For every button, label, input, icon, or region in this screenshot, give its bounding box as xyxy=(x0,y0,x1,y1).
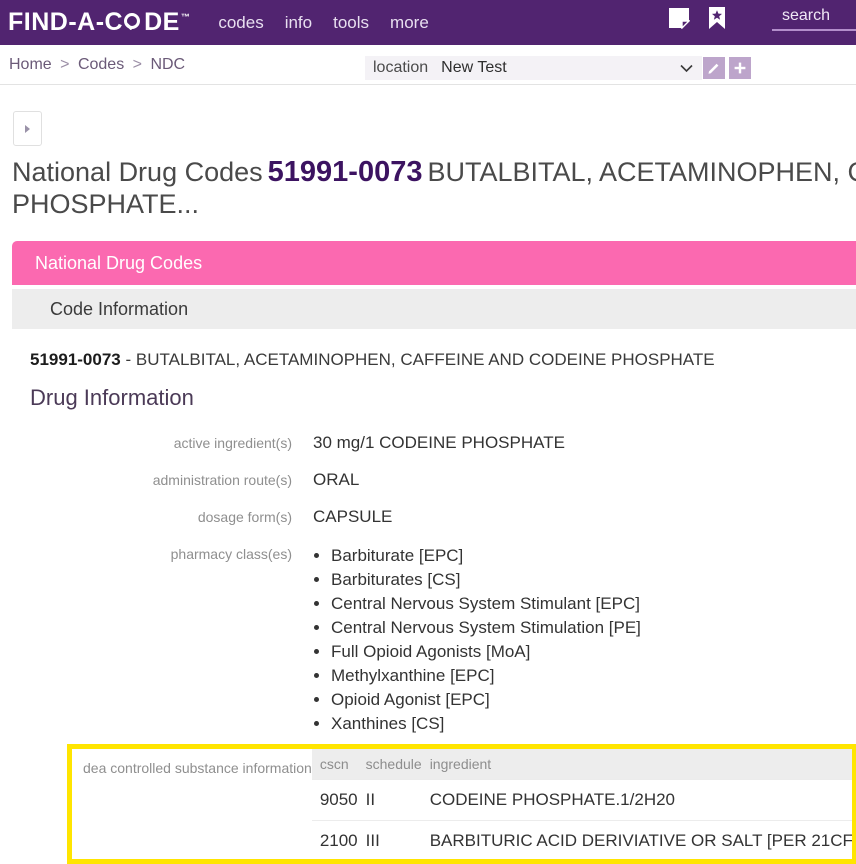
logo-text-left: FIND-A-C xyxy=(8,8,124,36)
field-label: administration route(s) xyxy=(152,472,292,488)
chevron-right-icon xyxy=(25,124,30,133)
page-title: National Drug Codes 51991-0073 BUTALBITAL,… xyxy=(12,157,856,220)
field-row-pharmacy-classes: pharmacy class(es) Barbiturate [EPC] Bar… xyxy=(0,544,856,736)
nav-item-info[interactable]: info xyxy=(285,13,312,33)
top-navigation-bar: FIND-A-C DE ™ codes info tools more xyxy=(0,0,856,45)
note-icon[interactable] xyxy=(668,7,691,34)
chevron-down-icon[interactable] xyxy=(680,61,693,76)
nav-item-tools[interactable]: tools xyxy=(333,13,369,33)
list-item: Methylxanthine [EPC] xyxy=(331,664,641,688)
panel-header-label: National Drug Codes xyxy=(35,252,203,273)
pharmacy-class-list: Barbiturate [EPC] Barbiturates [CS] Cent… xyxy=(292,544,641,736)
search-underline xyxy=(772,29,856,31)
cell-ingredient: BARBITURIC ACID DERIVIATIVE OR SALT [PER… xyxy=(421,820,852,859)
tab-code-information-label: Code Information xyxy=(50,298,189,319)
list-item: Full Opioid Agonists [MoA] xyxy=(331,640,641,664)
trademark-symbol: ™ xyxy=(180,12,191,22)
field-row-administration-routes: administration route(s) ORAL xyxy=(0,470,856,490)
panel-header-national-drug-codes: National Drug Codes xyxy=(12,241,856,285)
cell-cscn: 9050 xyxy=(311,779,358,821)
field-value: ORAL xyxy=(313,470,360,489)
edit-location-button[interactable] xyxy=(703,57,725,79)
list-item: Barbiturate [EPC] xyxy=(331,544,641,568)
code-heading-code: 51991-0073 xyxy=(30,350,121,369)
field-row-dosage-forms: dosage form(s) CAPSULE xyxy=(0,507,856,527)
field-value: 30 mg/1 CODEINE PHOSPHATE xyxy=(313,433,565,452)
bookmark-star-icon[interactable] xyxy=(708,6,726,35)
location-selector[interactable]: location New Test xyxy=(365,56,702,80)
breadcrumb-separator: > xyxy=(60,55,70,73)
page-title-description-line2: PHOSPHATE... xyxy=(12,189,200,219)
field-label: dosage form(s) xyxy=(197,509,292,525)
field-value: CAPSULE xyxy=(313,507,393,526)
nav-item-codes[interactable]: codes xyxy=(218,13,263,33)
tab-code-information[interactable]: Code Information xyxy=(12,289,856,329)
dea-section-label: dea controlled substance information xyxy=(83,760,312,776)
primary-nav-links: codes info tools more xyxy=(218,13,428,33)
page-title-prefix: National Drug Codes xyxy=(12,157,263,187)
list-item: Central Nervous System Stimulation [PE] xyxy=(331,616,641,640)
code-heading-dash: - xyxy=(120,350,136,369)
list-item: Barbiturates [CS] xyxy=(331,568,641,592)
list-item: Xanthines [CS] xyxy=(331,712,641,736)
page-title-description: BUTALBITAL, ACETAMINOPHEN, CAFFEINE AN xyxy=(427,157,856,187)
sidebar-expand-button[interactable] xyxy=(13,111,42,146)
breadcrumb-separator: > xyxy=(132,55,142,73)
code-heading: 51991-0073 - BUTALBITAL, ACETAMINOPHEN, … xyxy=(30,350,715,370)
logo-text-right: DE xyxy=(144,8,180,36)
breadcrumb: Home > Codes > NDC xyxy=(9,56,185,74)
table-header-row: cscn schedule ingredient xyxy=(311,749,852,780)
dea-controlled-substance-table: cscn schedule ingredient 9050 II CODEINE… xyxy=(311,749,852,859)
drug-information-heading: Drug Information xyxy=(30,385,194,410)
table-row: 9050 II CODEINE PHOSPHATE.1/2H20 xyxy=(311,779,852,821)
breadcrumb-item-codes[interactable]: Codes xyxy=(78,56,124,73)
breadcrumb-item-home[interactable]: Home xyxy=(9,56,52,73)
location-action-buttons xyxy=(703,57,751,79)
breadcrumb-item-ndc[interactable]: NDC xyxy=(150,56,185,73)
add-location-button[interactable] xyxy=(729,57,751,79)
header-search[interactable] xyxy=(768,5,856,31)
cell-ingredient: CODEINE PHOSPHATE.1/2H20 xyxy=(421,779,852,821)
header-icon-group xyxy=(668,6,726,35)
field-label: active ingredient(s) xyxy=(173,435,292,451)
cell-cscn: 2100 xyxy=(311,820,358,859)
location-label: location xyxy=(373,59,429,76)
site-logo[interactable]: FIND-A-C DE ™ xyxy=(8,10,190,35)
dea-controlled-substance-section: dea controlled substance information csc… xyxy=(67,744,856,864)
location-value: New Test xyxy=(441,59,507,76)
column-header-cscn: cscn xyxy=(311,749,358,780)
list-item: Opioid Agonist [EPC] xyxy=(331,688,641,712)
search-input[interactable] xyxy=(768,5,856,29)
code-heading-name: BUTALBITAL, ACETAMINOPHEN, CAFFEINE AND … xyxy=(135,350,715,369)
field-label: pharmacy class(es) xyxy=(170,546,292,562)
cell-schedule: II xyxy=(357,779,422,821)
column-header-ingredient: ingredient xyxy=(421,749,852,780)
nav-item-more[interactable]: more xyxy=(390,13,429,33)
list-item: Central Nervous System Stimulant [EPC] xyxy=(331,592,641,616)
cell-schedule: III xyxy=(357,820,422,859)
page-title-code: 51991-0073 xyxy=(267,156,423,188)
drug-information-fields: active ingredient(s) 30 mg/1 CODEINE PHO… xyxy=(0,433,856,753)
column-header-schedule: schedule xyxy=(357,749,422,780)
field-row-active-ingredients: active ingredient(s) 30 mg/1 CODEINE PHO… xyxy=(0,433,856,453)
table-row: 2100 III BARBITURIC ACID DERIVIATIVE OR … xyxy=(311,820,852,859)
magnifying-glass-icon xyxy=(124,13,143,32)
